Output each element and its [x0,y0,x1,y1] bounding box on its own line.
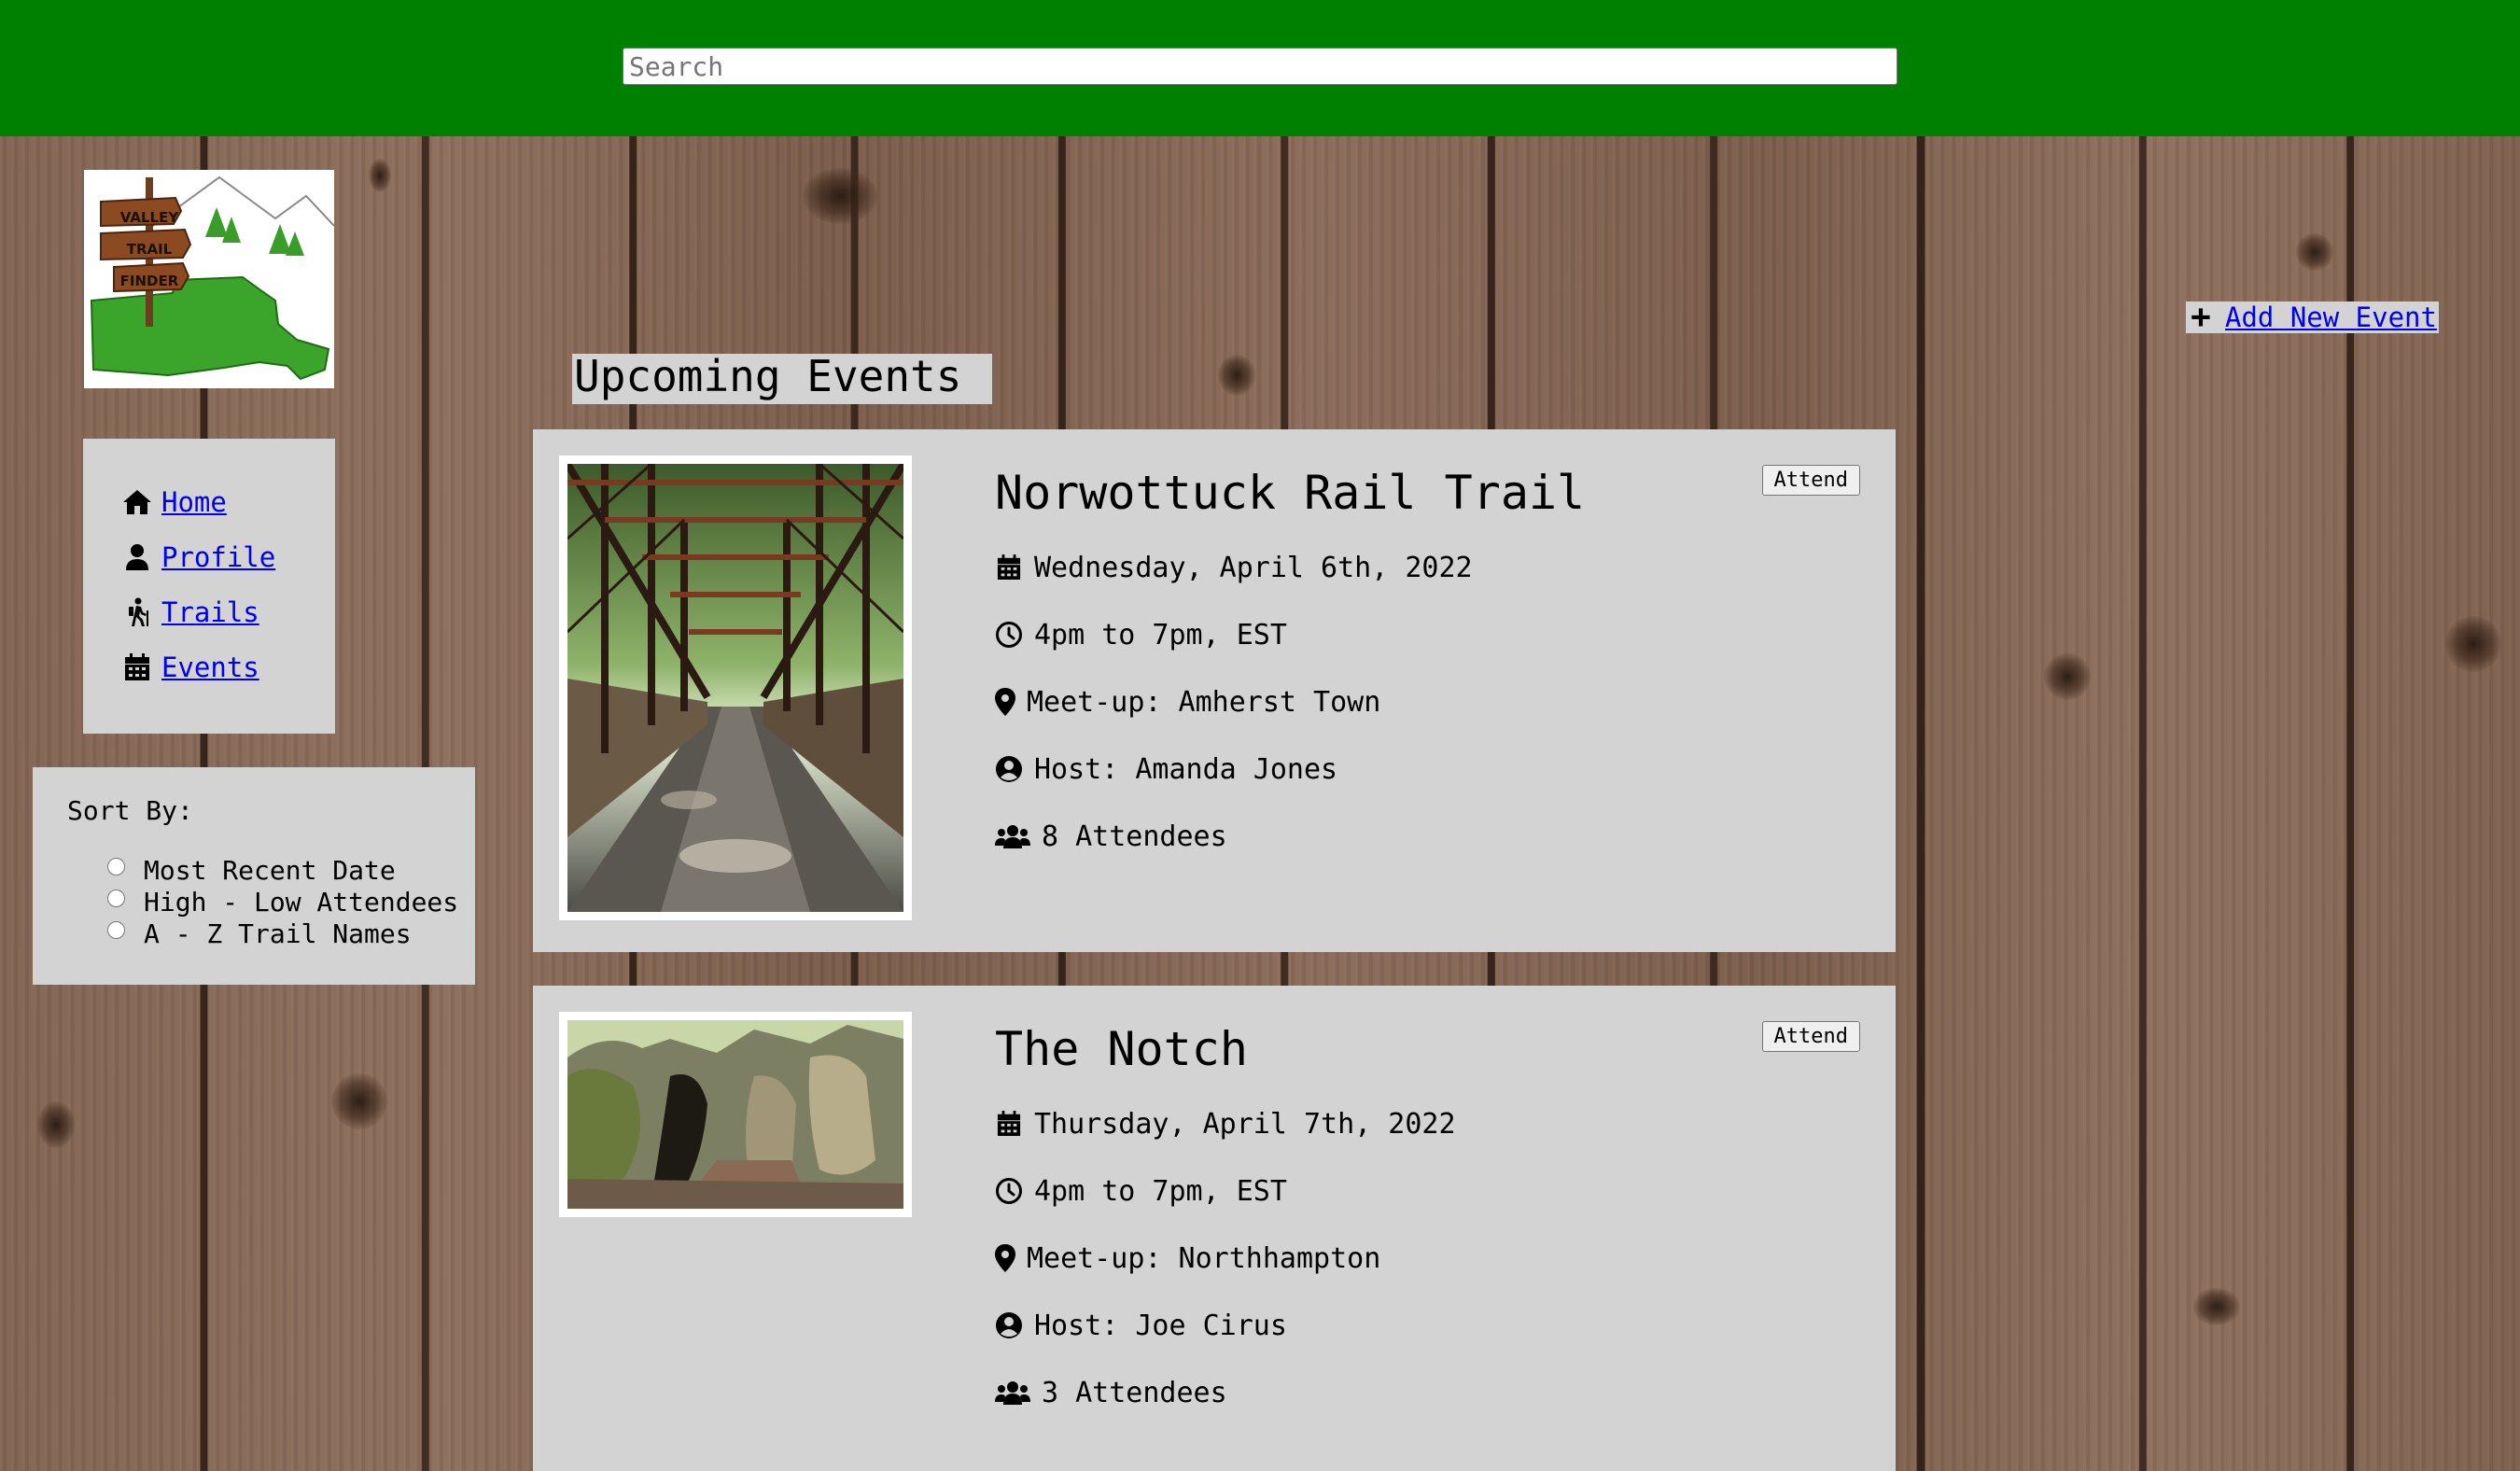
clock-icon [995,620,1023,650]
event-info: Norwottuck Rail Trail Wednesday, April 6… [995,465,1585,870]
sidebar-item-profile[interactable]: Profile [83,529,335,584]
event-host: Host: Joe Cirus [995,1292,1456,1359]
top-bar [0,0,2520,136]
event-host: Host: Amanda Jones [995,736,1585,803]
event-meetup: Meet-up: Amherst Town [995,668,1585,736]
sort-option-attendees[interactable]: High - Low Attendees [67,886,475,918]
home-icon [122,487,152,517]
event-meetup: Meet-up: Northhampton [995,1225,1456,1292]
event-meetup-text: Meet-up: Amherst Town [1027,685,1381,719]
sort-title: Sort By: [67,795,193,826]
calendar-icon [995,553,1023,582]
sort-radio[interactable] [107,920,125,939]
event-attendees: 3 Attendees [995,1359,1456,1426]
sort-option-names[interactable]: A - Z Trail Names [67,918,475,949]
sidebar-item-label[interactable]: Profile [161,541,275,573]
event-title: The Notch [995,1022,1248,1076]
sort-option-label: A - Z Trail Names [144,918,412,949]
event-photo [567,464,903,912]
event-date: Wednesday, April 6th, 2022 [995,534,1585,601]
event-time: 4pm to 7pm, EST [995,601,1585,668]
wood-knot [37,1101,75,1148]
users-icon [995,1378,1030,1408]
sort-panel: Sort By: Most Recent Date High - Low Att… [33,767,475,985]
calendar-icon [122,652,152,682]
event-attendees-text: 8 Attendees [1042,820,1227,853]
add-event-link[interactable]: Add New Event [2225,301,2437,333]
logo-text: VALLEY TRAIL FINDER [112,202,187,297]
event-time: 4pm to 7pm, EST [995,1157,1456,1225]
logo-line: FINDER [119,273,179,289]
event-photo-frame [559,455,912,920]
map-pin-icon [995,1243,1015,1273]
event-date-text: Thursday, April 7th, 2022 [1034,1107,1456,1141]
logo-line: TRAIL [126,241,173,258]
add-event-button[interactable]: + Add New Event [2186,298,2439,336]
user-circle-icon [995,1310,1023,1340]
logo-line: VALLEY [119,209,179,226]
hiker-icon [122,597,152,627]
sidebar-item-label[interactable]: Events [161,651,259,683]
sidebar-item-trails[interactable]: Trails [83,584,335,639]
sidebar-item-label[interactable]: Home [161,486,227,518]
event-attendees-text: 3 Attendees [1042,1376,1227,1409]
attend-button[interactable]: Attend [1761,1021,1860,1052]
wood-knot [331,1073,387,1129]
event-date: Thursday, April 7th, 2022 [995,1090,1456,1157]
plus-icon: + [2191,298,2211,336]
event-photo [567,1020,903,1209]
clock-icon [995,1176,1023,1206]
event-card: The Notch Thursday, April 7th, 2022 4pm … [533,986,1896,1471]
event-photo-frame [559,1012,912,1217]
event-time-text: 4pm to 7pm, EST [1034,1174,1287,1208]
sidebar-item-label[interactable]: Trails [161,596,259,628]
search-input[interactable] [623,48,1897,85]
event-attendees: 8 Attendees [995,803,1585,870]
users-icon [995,821,1030,851]
user-circle-icon [995,754,1023,784]
sort-option-label: High - Low Attendees [144,886,459,918]
logo: VALLEY TRAIL FINDER [84,170,335,388]
event-meetup-text: Meet-up: Northhampton [1027,1241,1381,1275]
wood-knot [2296,233,2333,271]
event-card: Norwottuck Rail Trail Wednesday, April 6… [533,429,1896,952]
sidebar-item-events[interactable]: Events [83,639,335,694]
sort-option-label: Most Recent Date [144,854,396,886]
calendar-icon [995,1109,1023,1139]
event-date-text: Wednesday, April 6th, 2022 [1034,551,1473,584]
attend-button[interactable]: Attend [1761,465,1860,496]
wood-knot [2445,616,2501,672]
wood-knot [2044,653,2091,700]
sidebar-nav: Home Profile Trails Events [83,439,335,734]
event-host-text: Host: Amanda Jones [1034,752,1338,786]
wood-knot [2193,1288,2240,1325]
sort-radio[interactable] [107,857,125,876]
sort-option-recent[interactable]: Most Recent Date [67,854,475,886]
page-title: Upcoming Events [572,354,992,404]
map-pin-icon [995,687,1015,717]
event-time-text: 4pm to 7pm, EST [1034,618,1287,651]
event-title: Norwottuck Rail Trail [995,466,1586,520]
event-host-text: Host: Joe Cirus [1034,1309,1287,1342]
sidebar-item-home[interactable]: Home [83,474,335,529]
sort-radio[interactable] [107,889,125,907]
event-info: The Notch Thursday, April 7th, 2022 4pm … [995,1021,1456,1426]
wood-knot [1218,355,1255,396]
wood-knot [369,159,391,192]
user-icon [122,542,152,572]
wood-knot [803,168,877,224]
